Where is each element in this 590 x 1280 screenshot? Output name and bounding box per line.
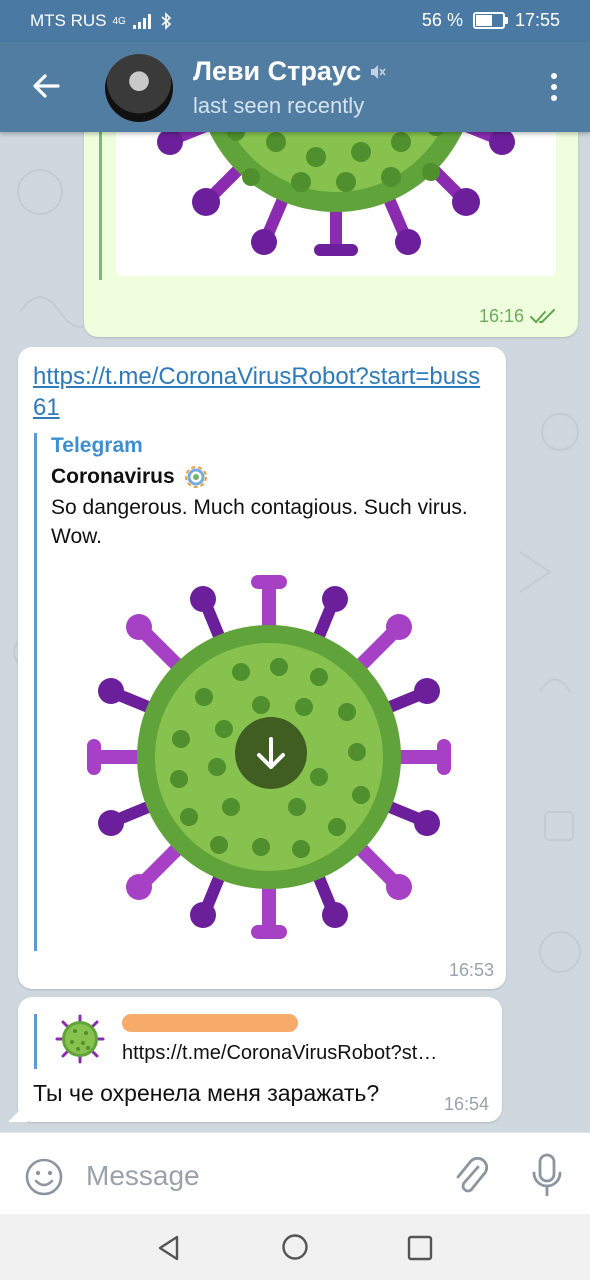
incoming-link-message[interactable]: https://t.me/CoronaVirusRobot?start=buss…: [18, 347, 506, 989]
system-navbar: [0, 1214, 590, 1280]
reply-accent-bar: [34, 1014, 37, 1069]
message-time: 16:54: [443, 1094, 489, 1114]
chat-header: Леви Страус last seen recently: [0, 42, 590, 132]
emoji-icon[interactable]: [24, 1157, 64, 1197]
chat-title-row[interactable]: Леви Страус: [193, 56, 387, 87]
virus-emoji-icon: [184, 466, 207, 488]
preview-description: So dangerous. Much contagious. Such viru…: [51, 496, 468, 548]
message-time: 16:53: [448, 960, 494, 980]
reply-quoted-text: https://t.me/CoronaVirusRobot?st…: [122, 1042, 438, 1064]
network-type: 4G: [112, 15, 126, 27]
microphone-icon[interactable]: [530, 1153, 564, 1199]
bluetooth-icon: [161, 12, 172, 30]
attach-icon[interactable]: [452, 1155, 490, 1197]
reply-bar: [99, 132, 102, 280]
message-text: Ты че охренела меня заражать?: [33, 1080, 380, 1106]
status-left: MTS RUS 4G: [30, 11, 172, 31]
nav-back-icon[interactable]: [155, 1234, 183, 1262]
preview-title-row: Coronavirus: [51, 464, 209, 490]
chat-area[interactable]: 16:16 https://t.me/CoronaVirusRobot?star…: [0, 132, 590, 1132]
nav-home-icon[interactable]: [281, 1233, 309, 1261]
incoming-reply-message[interactable]: https://t.me/CoronaVirusRobot?st… Ты че …: [18, 997, 502, 1122]
status-bar: MTS RUS 4G 56 % 17:55: [0, 0, 590, 42]
more-vertical-icon[interactable]: [548, 72, 560, 102]
avatar[interactable]: [105, 54, 173, 122]
message-link[interactable]: https://t.me/CoronaVirusRobot?start=buss…: [33, 361, 493, 423]
message-time: 16:16: [479, 306, 558, 327]
reply-sender-redacted: [122, 1014, 298, 1032]
battery-icon: [472, 12, 508, 29]
signal-icon: [132, 14, 151, 29]
message-composer: [0, 1132, 590, 1215]
preview-title: Coronavirus: [51, 465, 175, 488]
download-button[interactable]: [235, 717, 307, 789]
virus-image-top[interactable]: [116, 132, 556, 276]
battery-percent: 56 %: [421, 10, 463, 30]
status-right: 56 % 17:55: [422, 10, 560, 31]
clock: 17:55: [514, 10, 560, 30]
nav-recents-icon[interactable]: [406, 1234, 434, 1262]
message-input[interactable]: [84, 1153, 428, 1199]
preview-accent-bar: [34, 433, 37, 951]
virus-illustration: [157, 132, 515, 256]
preview-site-name: Telegram: [51, 434, 143, 457]
download-arrow-icon: [257, 737, 285, 769]
muted-icon: [371, 64, 386, 79]
chat-title: Леви Страус: [193, 56, 362, 86]
outgoing-message[interactable]: 16:16: [84, 132, 578, 337]
carrier-label: MTS RUS: [30, 11, 107, 30]
back-arrow-icon[interactable]: [30, 70, 62, 102]
double-check-icon: [530, 308, 555, 323]
reply-thumbnail: [55, 1014, 105, 1064]
chat-status: last seen recently: [193, 93, 365, 118]
